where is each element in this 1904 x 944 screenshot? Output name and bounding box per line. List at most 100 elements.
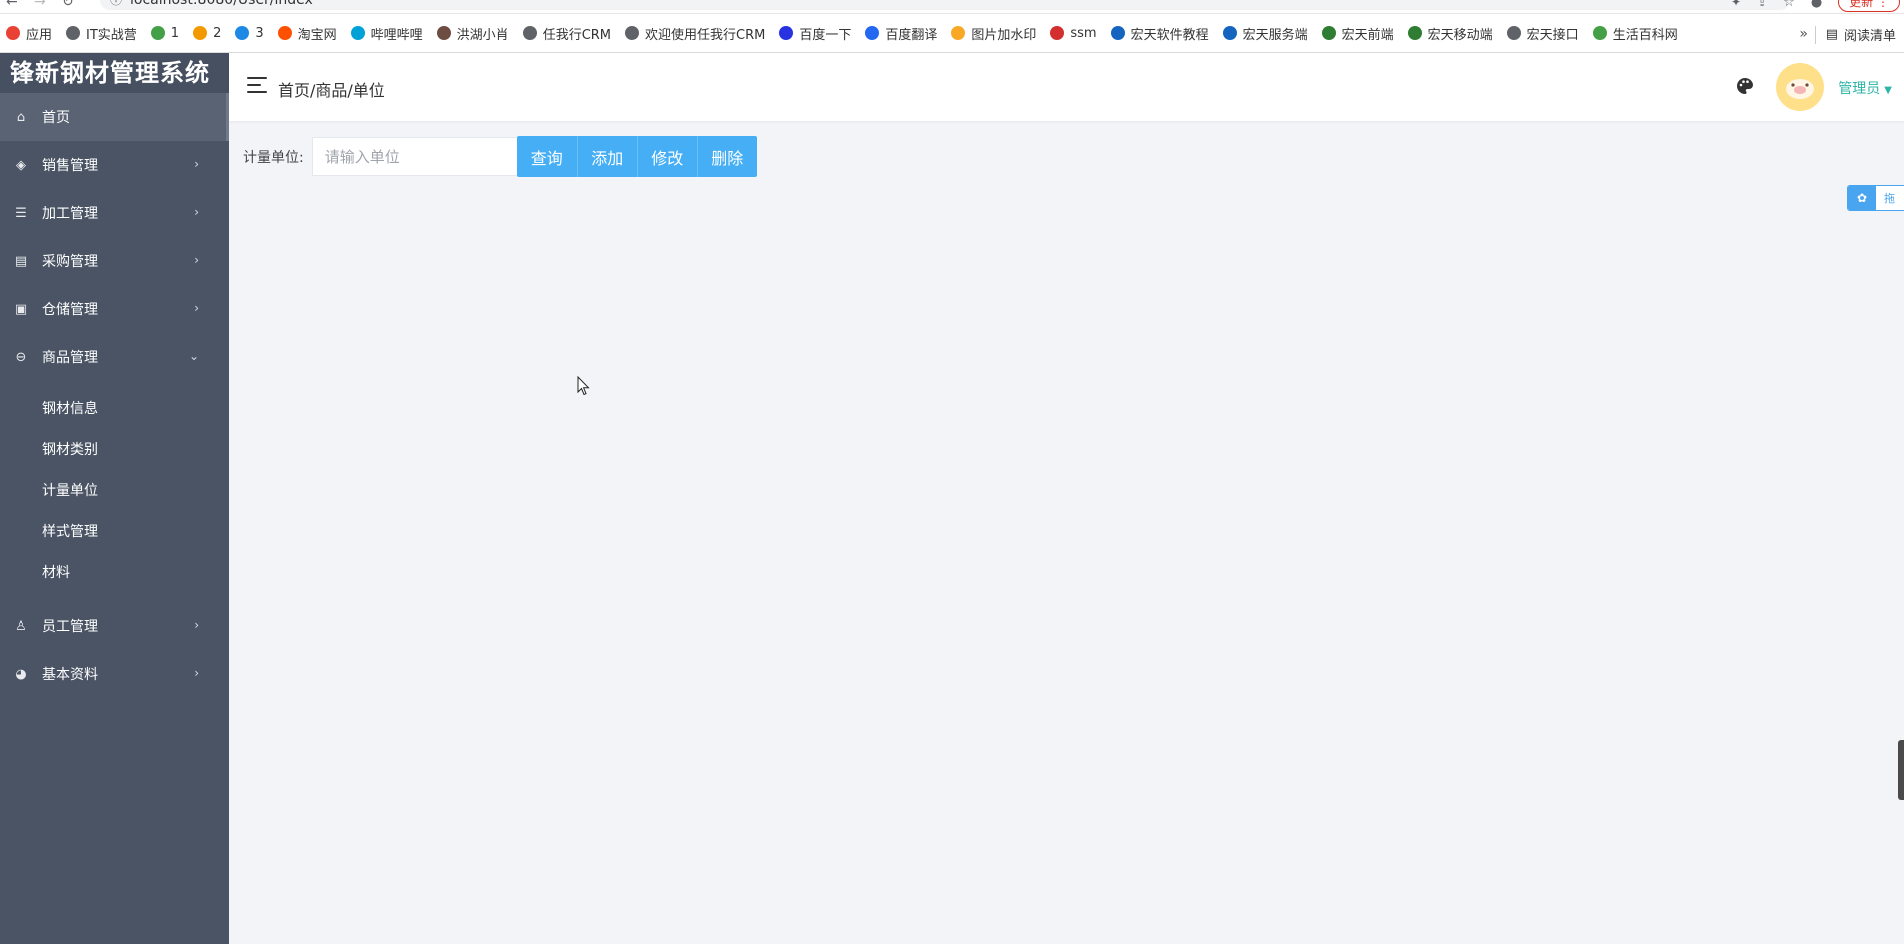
bookmark-item[interactable]: 宏天软件教程: [1110, 24, 1209, 43]
hamburger-menu-icon[interactable]: [247, 77, 267, 93]
h-icon: [1110, 26, 1125, 40]
bookmark-item[interactable]: 百度一下: [779, 24, 851, 43]
add-button[interactable]: 添加: [576, 136, 637, 177]
address-bar[interactable]: ⓘ localhost:8080/User/index: [100, 0, 1790, 10]
bookmark-label: 任我行CRM: [542, 27, 612, 43]
paw-icon: [779, 26, 794, 40]
extension-icon[interactable]: ✦: [1731, 0, 1741, 9]
bookmark-item[interactable]: 生活百科网: [1592, 24, 1678, 43]
theme-palette-icon[interactable]: [1736, 77, 1754, 95]
browser-toolbar: ← → ↻ ⓘ localhost:8080/User/index ✦ ⇪ ☆ …: [0, 0, 1904, 14]
bookmark-item[interactable]: 宏天前端: [1321, 24, 1394, 43]
bookmark-label: 2: [213, 25, 222, 41]
submenu-item[interactable]: 样式管理: [0, 512, 229, 553]
brand-title: 锋新钢材管理系统: [0, 53, 229, 93]
sidebar-item-label: 加工管理: [42, 206, 98, 222]
sidebar-item-label: 员工管理: [42, 619, 98, 635]
floating-tool-tab[interactable]: ✿ 拖: [1847, 185, 1904, 211]
site-info-icon[interactable]: ⓘ: [110, 0, 122, 10]
bookmark-item[interactable]: 2: [193, 26, 221, 41]
bookmark-label: 宏天软件教程: [1130, 27, 1209, 43]
sidebar-item[interactable]: ▤ 采购管理 ›: [0, 237, 229, 285]
query-button[interactable]: 查询: [516, 136, 577, 177]
bookmarks-overflow-icon[interactable]: »: [1799, 26, 1808, 42]
bookmark-label: 欢迎使用任我行CRM: [645, 27, 766, 43]
bookmark-label: 百度翻译: [885, 27, 938, 43]
share-icon[interactable]: ⇪: [1757, 0, 1767, 9]
delete-button[interactable]: 删除: [696, 136, 757, 177]
chevron-down-icon: ⌄: [188, 349, 199, 363]
avatar[interactable]: [1776, 63, 1824, 111]
bookmark-item[interactable]: 哔哩哔哩: [350, 24, 423, 43]
bookmark-item[interactable]: 洪湖小肖: [436, 24, 509, 43]
forward-icon[interactable]: →: [34, 0, 46, 10]
bookmark-item[interactable]: 宏天服务端: [1222, 24, 1308, 43]
bookmarks-bar: 应用 IT实战营 1 2 3 淘宝网 哔哩哔哩 洪湖小肖 任我行CRM 欢迎使用任我行CRM 百度一…: [0, 14, 1904, 53]
bookmark-item[interactable]: 1: [150, 25, 180, 41]
chevron-right-icon: ›: [194, 157, 199, 171]
bookmark-item[interactable]: ssm: [1050, 26, 1097, 41]
bookmark-item[interactable]: IT实战营: [66, 24, 137, 43]
unit-search-input[interactable]: [311, 137, 517, 176]
sidebar-item-label: 仓储管理: [42, 302, 98, 318]
submenu-item[interactable]: 材料: [0, 553, 229, 594]
reload-icon[interactable]: ↻: [62, 0, 74, 10]
image-icon: [951, 26, 966, 40]
bookmark-item[interactable]: 欢迎使用任我行CRM: [625, 24, 765, 43]
bookmark-label: 宏天移动端: [1427, 27, 1493, 43]
chevron-right-icon: ›: [194, 253, 199, 267]
submenu-item[interactable]: 计量单位: [0, 471, 229, 512]
bookmark-item[interactable]: 淘宝网: [277, 24, 337, 43]
sidebar-item-label: 采购管理: [42, 254, 98, 270]
sidebar-item[interactable]: ◈ 销售管理 ›: [0, 141, 229, 189]
sidebar-item[interactable]: ⊖ 商品管理 ⌄: [0, 333, 229, 381]
back-icon[interactable]: ←: [6, 0, 18, 10]
update-button[interactable]: 更新 ⋮: [1838, 0, 1900, 12]
top-header: 首页/商品/单位 管理员 ▼: [229, 53, 1904, 121]
sidebar-item[interactable]: ☰ 加工管理 ›: [0, 189, 229, 237]
sidebar-item[interactable]: ⌂ 首页: [0, 93, 229, 141]
profile-icon[interactable]: ●: [1811, 0, 1822, 10]
book-icon: [1592, 26, 1607, 40]
bookmark-label: 宏天服务端: [1242, 27, 1308, 43]
file-icon: ▤: [14, 253, 28, 269]
sidebar: 锋新钢材管理系统 ⌂ 首页 ◈ 销售管理 › ☰ 加工管理 › ▤ 采购管理 › ▣ 仓储管理 › ⊖ 商品管…: [0, 53, 229, 944]
globe-icon: [522, 26, 537, 40]
update-label: 更新: [1849, 0, 1874, 9]
bookmark-label: 图片加水印: [971, 27, 1037, 43]
sidebar-item[interactable]: ◕ 基本资料 ›: [0, 650, 229, 698]
bookmark-label: 应用: [26, 27, 53, 43]
bookmark-item[interactable]: 任我行CRM: [522, 24, 612, 43]
bookmark-item[interactable]: 宏天移动端: [1407, 24, 1493, 43]
submenu-item[interactable]: 钢材类别: [0, 430, 229, 471]
sidebar-item[interactable]: ♙ 员工管理 ›: [0, 602, 229, 650]
home-icon: ⌂: [16, 109, 26, 125]
bookmark-label: 1: [170, 25, 180, 41]
sidebar-item[interactable]: ▣ 仓储管理 ›: [0, 285, 229, 333]
tag-icon: ◈: [16, 157, 26, 173]
bookmark-item[interactable]: 应用: [6, 24, 52, 43]
bookmark-item[interactable]: 宏天接口: [1506, 24, 1579, 43]
sidebar-item-label: 商品管理: [42, 350, 98, 366]
bookmark-label: IT实战营: [86, 27, 137, 43]
leaf-icon: [436, 26, 451, 40]
cloud-tool-icon: ✿: [1848, 186, 1876, 210]
side-drag-handle[interactable]: [1898, 740, 1904, 800]
bookmark-item[interactable]: 百度翻译: [865, 24, 937, 43]
bookmark-label: 宏天接口: [1526, 27, 1579, 43]
sidebar-item-label: 基本资料: [42, 667, 98, 683]
submenu-item[interactable]: 钢材信息: [0, 389, 229, 430]
star-icon[interactable]: ☆: [1783, 0, 1795, 10]
bookmark-item[interactable]: 3: [235, 26, 264, 41]
bookmark-label: 洪湖小肖: [456, 27, 509, 43]
edit-button[interactable]: 修改: [636, 136, 697, 177]
clipboard-icon: ▣: [14, 301, 28, 317]
caret-down-icon: ▼: [1884, 85, 1892, 96]
globe-icon: [1506, 26, 1521, 40]
bookmark-item[interactable]: 图片加水印: [951, 24, 1036, 43]
chevron-right-icon: ›: [194, 666, 199, 680]
chevron-right-icon: ›: [194, 618, 199, 632]
sidebar-item-label: 首页: [42, 110, 70, 126]
user-menu[interactable]: 管理员 ▼: [1838, 78, 1892, 98]
reading-list-button[interactable]: ▤ 阅读清单: [1814, 25, 1896, 44]
